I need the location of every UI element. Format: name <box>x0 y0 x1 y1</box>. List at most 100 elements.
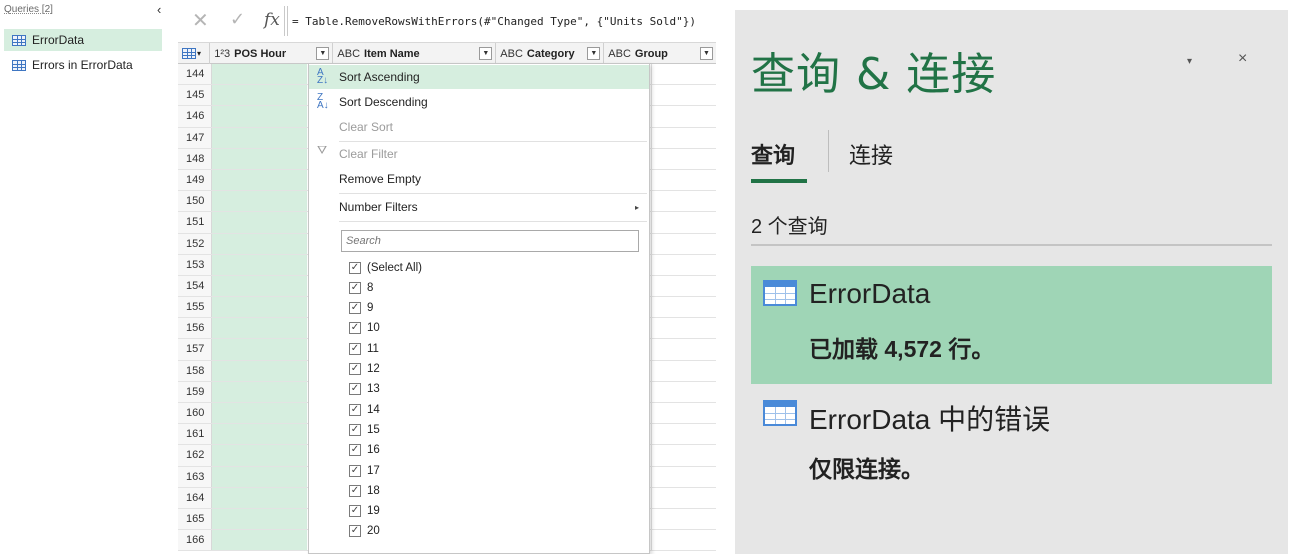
checkbox-label: 10 <box>367 322 380 335</box>
column-filter-button[interactable]: ▼ <box>587 47 601 60</box>
checkbox[interactable]: ✓ <box>349 525 361 538</box>
accept-formula-icon[interactable]: ✓ <box>230 9 245 30</box>
cell-pos-hour[interactable] <box>212 297 307 318</box>
cell-pos-hour[interactable] <box>212 148 307 169</box>
cell-pos-hour[interactable] <box>212 127 307 148</box>
pane-options-icon[interactable]: ▾ <box>1187 56 1192 67</box>
query-status: 仅限连接。 <box>809 456 924 482</box>
filter-checkbox-item[interactable]: ✓ 14 <box>349 400 380 419</box>
query-item-errors-in-errordata[interactable]: Errors in ErrorData <box>4 54 162 76</box>
filter-checkbox-item[interactable]: ✓ 20 <box>349 522 380 541</box>
checkbox[interactable]: ✓ <box>349 423 361 436</box>
filter-checkbox-item[interactable]: ✓ 18 <box>349 481 380 500</box>
number-filters-item[interactable]: Number Filters ▸ <box>309 195 649 219</box>
cell-pos-hour[interactable] <box>212 530 307 551</box>
filter-checkbox-item[interactable]: ✓ 10 <box>349 319 380 338</box>
text-type-icon[interactable]: ABC <box>337 48 360 60</box>
text-type-icon[interactable]: ABC <box>500 48 523 60</box>
filter-checkbox-item[interactable]: ✓ 16 <box>349 441 380 460</box>
row-number: 156 <box>178 318 212 339</box>
filter-checkbox-item[interactable]: ✓ 13 <box>349 380 380 399</box>
tab-connections[interactable]: 连接 <box>849 138 893 170</box>
filter-checkbox-item[interactable]: ✓ 8 <box>349 278 373 297</box>
filter-checkbox-item[interactable]: ✓ 17 <box>349 461 380 480</box>
cell-pos-hour[interactable] <box>212 403 307 424</box>
checkbox[interactable]: ✓ <box>349 281 361 294</box>
query-card-errors-in-errordata[interactable]: ErrorData 中的错误 仅限连接。 <box>751 386 1272 504</box>
filter-checkbox-item[interactable]: ✓ 9 <box>349 299 373 318</box>
active-tab-indicator <box>751 179 807 183</box>
sort-ascending-item[interactable]: A Z↓ Sort Ascending <box>309 65 649 89</box>
formula-input[interactable]: = Table.RemoveRowsWithErrors(#"Changed T… <box>292 15 696 28</box>
checkbox[interactable]: ✓ <box>349 403 361 416</box>
row-number: 162 <box>178 445 212 466</box>
checkbox[interactable]: ✓ <box>349 342 361 355</box>
checkbox[interactable]: ✓ <box>349 302 361 315</box>
cell-pos-hour[interactable] <box>212 508 307 530</box>
cell-pos-hour[interactable] <box>212 381 307 402</box>
query-item-errordata[interactable]: ErrorData <box>4 29 162 51</box>
collapse-pane-button[interactable]: ‹ <box>157 2 161 17</box>
tab-queries[interactable]: 查询 <box>751 138 795 170</box>
cell-pos-hour[interactable] <box>212 487 307 508</box>
close-icon[interactable]: × <box>1238 50 1247 68</box>
checkbox[interactable]: ✓ <box>349 383 361 396</box>
tab-divider <box>828 130 829 172</box>
cell-pos-hour[interactable] <box>212 64 307 85</box>
column-header-group[interactable]: ABC Group ▼ <box>604 43 716 64</box>
cancel-formula-icon[interactable]: ✕ <box>192 8 209 33</box>
row-number: 165 <box>178 508 212 530</box>
checkbox[interactable]: ✓ <box>349 363 361 375</box>
checkbox[interactable]: ✓ <box>349 464 361 477</box>
column-filter-button[interactable]: ▼ <box>700 47 713 60</box>
remove-empty-item[interactable]: Remove Empty <box>309 167 649 191</box>
cell-pos-hour[interactable] <box>212 275 307 297</box>
cell-pos-hour[interactable] <box>212 445 307 466</box>
checkbox[interactable]: ✓ <box>349 505 361 518</box>
column-header-item-name[interactable]: ABC Item Name ▼ <box>333 43 497 64</box>
cell-pos-hour[interactable] <box>212 339 307 360</box>
checkbox[interactable]: ✓ <box>349 484 361 497</box>
clear-filter-item[interactable]: ⛛ Clear Filter <box>309 142 649 166</box>
column-filter-button[interactable]: ▼ <box>479 47 493 60</box>
cell-pos-hour[interactable] <box>212 424 307 445</box>
sort-descending-item[interactable]: Z A↓ Sort Descending <box>309 90 649 114</box>
row-number: 158 <box>178 360 212 381</box>
query-item-label: Errors in ErrorData <box>32 58 133 72</box>
menu-item-label: Clear Filter <box>339 147 398 161</box>
filter-checkbox-item[interactable]: ✓ 15 <box>349 420 380 439</box>
column-header-label: Item Name <box>364 47 420 60</box>
checkbox[interactable]: ✓ <box>349 261 361 274</box>
query-card-errordata[interactable]: ErrorData 已加载 4,572 行。 <box>751 266 1272 384</box>
cell-pos-hour[interactable] <box>212 85 307 106</box>
number-type-icon[interactable]: 1²3 <box>214 48 230 60</box>
cell-pos-hour[interactable] <box>212 191 307 212</box>
filter-search-input[interactable] <box>341 230 639 252</box>
cell-pos-hour[interactable] <box>212 106 307 127</box>
cell-pos-hour[interactable] <box>212 466 307 487</box>
cell-pos-hour[interactable] <box>212 233 307 254</box>
column-header-category[interactable]: ABC Category ▼ <box>496 43 605 64</box>
checkbox[interactable]: ✓ <box>349 444 361 457</box>
cell-pos-hour[interactable] <box>212 212 307 233</box>
query-item-label: ErrorData <box>32 33 85 47</box>
column-header-pos-hour[interactable]: 1²3 POS Hour ▼ <box>210 43 334 64</box>
table-menu-button[interactable]: ▾ <box>178 43 211 64</box>
checkbox-label: 9 <box>367 302 374 315</box>
formula-divider <box>284 6 288 36</box>
filter-checkbox-item[interactable]: ✓ 12 <box>349 360 380 379</box>
filter-checkbox-item[interactable]: ✓ 11 <box>349 339 379 358</box>
filter-checkbox-item[interactable]: ✓ (Select All) <box>349 258 422 277</box>
filter-checkbox-item[interactable]: ✓ 19 <box>349 502 380 521</box>
divider <box>751 244 1272 246</box>
queries-connections-pane: 查询 & 连接 ▾ × 查询 连接 2 个查询 ErrorData 已加载 4,… <box>735 10 1288 554</box>
column-filter-button[interactable]: ▼ <box>316 47 330 60</box>
text-type-icon[interactable]: ABC <box>608 48 631 60</box>
cell-pos-hour[interactable] <box>212 169 307 191</box>
cell-pos-hour[interactable] <box>212 360 307 381</box>
cell-pos-hour[interactable] <box>212 254 307 275</box>
clear-sort-item[interactable]: Clear Sort <box>309 115 649 139</box>
fx-icon[interactable]: fx <box>264 10 280 30</box>
checkbox[interactable]: ✓ <box>349 322 361 335</box>
cell-pos-hour[interactable] <box>212 318 307 339</box>
